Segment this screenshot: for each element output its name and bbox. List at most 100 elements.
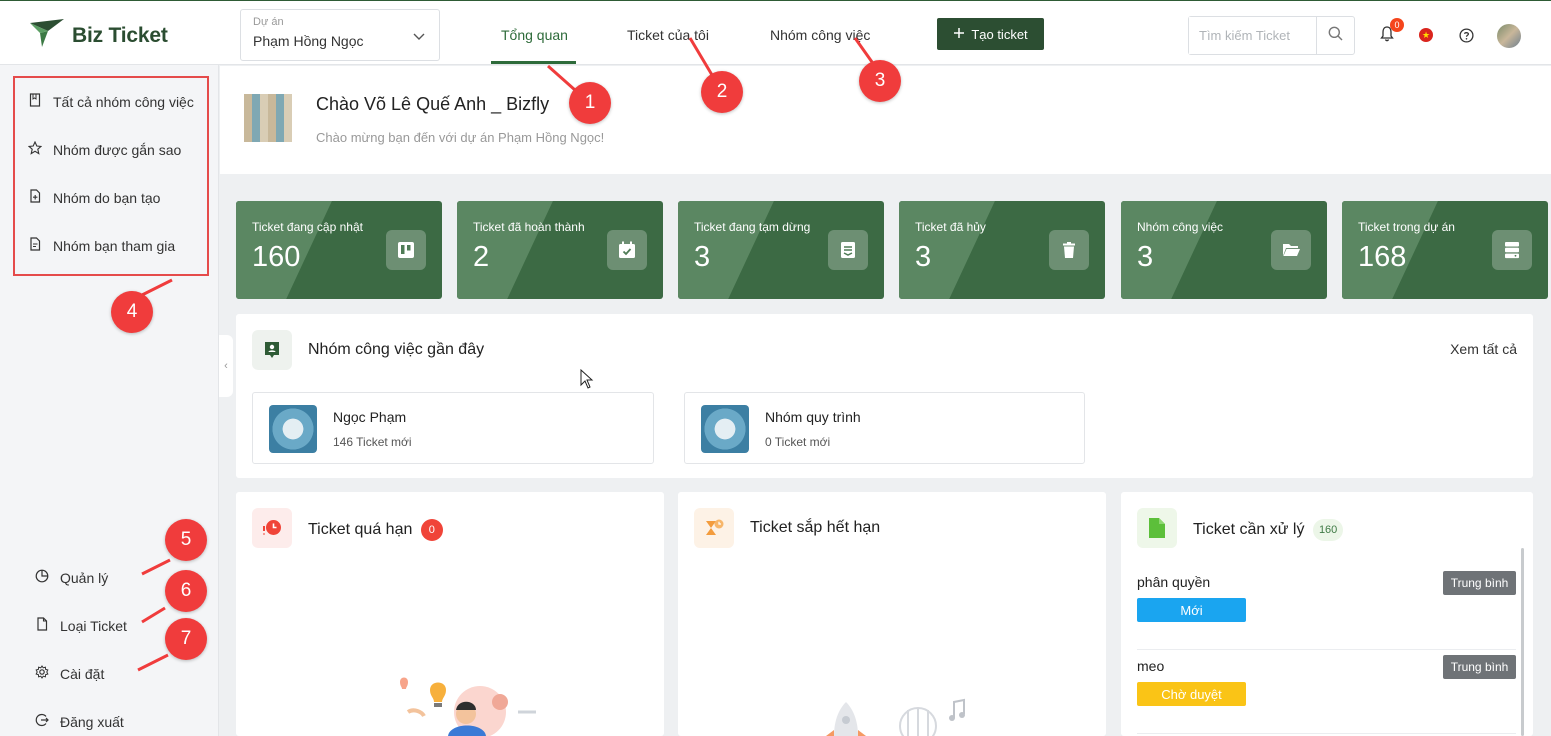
stat-value: 2 [473, 241, 490, 273]
overdue-title-text: Ticket quá hạn [308, 521, 413, 539]
overdue-panel: Ticket quá hạn 0 [236, 492, 664, 736]
group-name: Ngọc Phạm [333, 409, 407, 425]
ticket-name: phân quyền [1137, 574, 1211, 590]
sidebar-item-label: Loại Ticket [60, 617, 127, 634]
hourglass-clock-icon [694, 508, 734, 548]
tab-my-tickets[interactable]: Ticket của tôi [627, 27, 709, 43]
chevron-down-icon [413, 28, 425, 46]
create-ticket-label: Tạo ticket [971, 26, 1028, 42]
project-select[interactable]: Dự án Phạm Hồng Ngọc [240, 9, 440, 61]
logo-text: Biz Ticket [72, 23, 168, 47]
folder-open-icon [1271, 230, 1311, 270]
status-badge: Chờ duyệt [1137, 682, 1246, 706]
stat-value: 3 [1137, 241, 1154, 273]
notification-badge: 0 [1390, 18, 1404, 32]
stat-value: 168 [1358, 241, 1407, 273]
plus-icon [953, 27, 965, 42]
pie-chart-icon [35, 569, 49, 586]
search-input[interactable] [1189, 17, 1316, 54]
help-icon[interactable] [1459, 28, 1474, 48]
stat-card-in-project[interactable]: Ticket trong dự án 168 [1342, 201, 1548, 299]
stat-card-updating[interactable]: Ticket đang cập nhật 160 [236, 201, 442, 299]
see-all-link[interactable]: Xem tất cả [1450, 341, 1517, 357]
stat-card-work-groups[interactable]: Nhóm công việc 3 [1121, 201, 1327, 299]
annotation-marker-7: 7 [165, 618, 207, 660]
status-badge: Mới [1137, 598, 1246, 622]
stat-label: Nhóm công việc [1137, 220, 1224, 234]
sidebar-collapse-button[interactable]: ‹ [219, 335, 233, 397]
annotation-marker-6: 6 [165, 570, 207, 612]
highlight-box [13, 76, 209, 276]
stat-label: Ticket đang tạm dừng [694, 220, 811, 234]
stat-card-cancelled[interactable]: Ticket đã hủy 3 [899, 201, 1105, 299]
search-box [1188, 16, 1355, 55]
welcome-title: Chào Võ Lê Quế Anh _ Bizfly [316, 94, 550, 114]
annotation-marker-5: 5 [165, 519, 207, 561]
search-icon [1328, 26, 1343, 46]
ticket-name: meo [1137, 658, 1165, 674]
logo[interactable]: Biz Ticket [28, 17, 168, 54]
group-ticket-count: 146 Ticket mới [333, 435, 412, 449]
welcome-subtitle: Chào mừng bạn đến với dự án Phạm Hồng Ng… [316, 130, 605, 145]
group-card[interactable]: Nhóm quy trình 0 Ticket mới [684, 392, 1085, 464]
priority-badge: Trung bình [1443, 655, 1516, 679]
idea-illustration [368, 672, 538, 736]
stat-value: 160 [252, 241, 301, 273]
expiring-title: Ticket sắp hết hạn [750, 519, 881, 536]
sidebar-item-management[interactable]: Quản lý [35, 569, 108, 586]
todo-title: Ticket cần xử lý 160 [1193, 519, 1344, 541]
active-tab-indicator [491, 61, 576, 64]
stat-card-paused[interactable]: Ticket đang tạm dừng 3 [678, 201, 884, 299]
overdue-count-badge: 0 [420, 519, 443, 541]
scrollbar[interactable] [1521, 548, 1524, 736]
user-avatar[interactable] [1497, 24, 1521, 48]
tab-work-groups[interactable]: Nhóm công việc [770, 27, 870, 43]
stat-value: 3 [694, 241, 711, 273]
sidebar-item-label: Đăng xuất [60, 713, 124, 730]
stat-label: Ticket đã hoàn thành [473, 220, 585, 234]
group-card[interactable]: Ngọc Phạm 146 Ticket mới [252, 392, 654, 464]
sidebar-item-label: Quản lý [60, 569, 109, 586]
stat-label: Ticket đã hủy [915, 220, 986, 234]
project-image [244, 94, 292, 142]
server-icon [1492, 230, 1532, 270]
user-pin-icon [252, 330, 292, 370]
overdue-title: Ticket quá hạn 0 [308, 519, 443, 541]
sidebar-item-settings[interactable]: Cài đặt [35, 665, 104, 682]
paper-plane-logo-icon [28, 17, 66, 54]
group-name: Nhóm quy trình [765, 409, 861, 425]
recent-groups-card: Nhóm công việc gần đây Xem tất cả Ngọc P… [236, 314, 1533, 478]
group-thumbnail [701, 405, 749, 453]
stat-card-completed[interactable]: Ticket đã hoàn thành 2 [457, 201, 663, 299]
vietnam-flag-icon[interactable]: ★ [1419, 28, 1433, 42]
annotation-marker-1: 1 [569, 82, 611, 124]
sidebar-item-ticket-types[interactable]: Loại Ticket [35, 617, 127, 634]
sidebar-item-logout[interactable]: Đăng xuất [35, 713, 124, 730]
file-icon [35, 617, 49, 634]
mouse-cursor-icon [580, 368, 594, 394]
calendar-check-icon [607, 230, 647, 270]
group-ticket-count: 0 Ticket mới [765, 435, 831, 449]
gear-icon [35, 665, 49, 682]
ticket-row[interactable]: phân quyền Trung bình Mới [1137, 566, 1516, 650]
group-thumbnail [269, 405, 317, 453]
annotation-marker-3: 3 [859, 60, 901, 102]
tab-overview[interactable]: Tổng quan [501, 27, 568, 43]
top-header: Biz Ticket Dự án Phạm Hồng Ngọc Tổng qua… [0, 0, 1551, 65]
create-ticket-button[interactable]: Tạo ticket [937, 18, 1044, 50]
priority-badge: Trung bình [1443, 571, 1516, 595]
ticket-row[interactable]: meo Trung bình Chờ duyệt [1137, 650, 1516, 734]
board-icon [386, 230, 426, 270]
rocket-illustration [804, 696, 974, 736]
annotation-marker-4: 4 [111, 291, 153, 333]
logout-icon [35, 713, 49, 730]
search-button[interactable] [1316, 17, 1354, 54]
recent-groups-title: Nhóm công việc gần đây [308, 341, 485, 358]
expiring-panel: Ticket sắp hết hạn [678, 492, 1106, 736]
todo-panel: Ticket cần xử lý 160 phân quyền Trung bì… [1121, 492, 1533, 736]
stat-label: Ticket đang cập nhật [252, 220, 363, 234]
annotation-marker-2: 2 [701, 71, 743, 113]
stat-label: Ticket trong dự án [1358, 220, 1455, 234]
project-label: Dự án [253, 16, 284, 28]
archive-icon [828, 230, 868, 270]
